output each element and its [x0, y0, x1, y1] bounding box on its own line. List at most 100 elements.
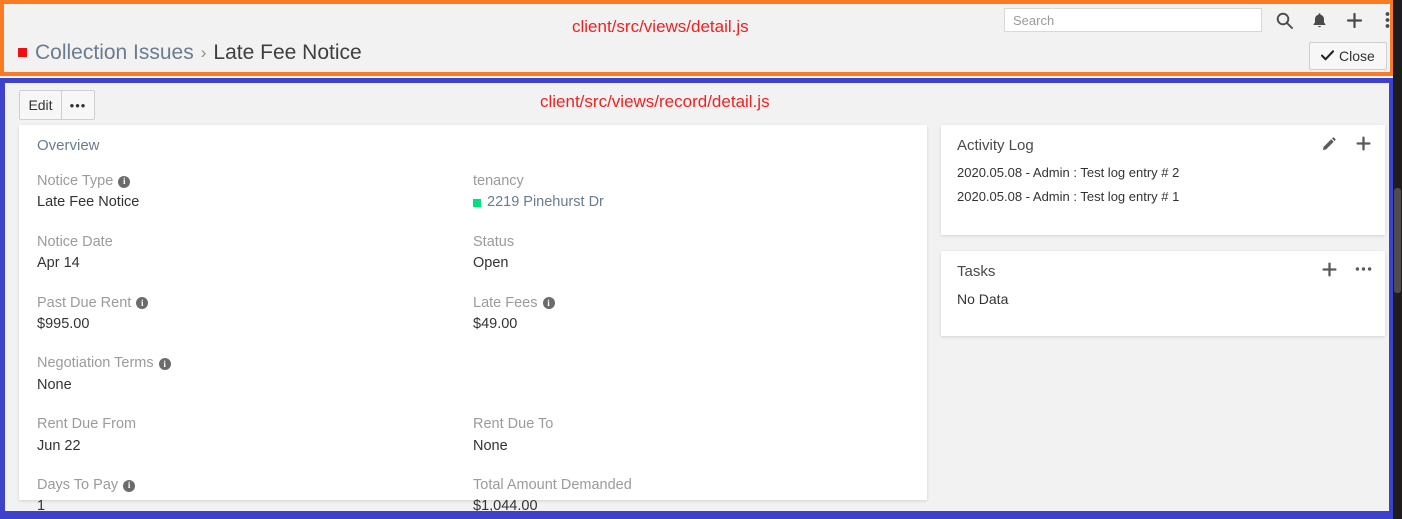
check-icon [1320, 48, 1335, 64]
tasks-empty-text: No Data [957, 291, 1009, 307]
field-label-text: Rent Due From [37, 416, 137, 433]
field-status: Status Open [473, 234, 909, 273]
field-label: Negotiation Terms i [37, 355, 473, 372]
field-value: 2219 Pinehurst Dr [473, 194, 909, 211]
field-label-text: Rent Due To [473, 416, 554, 433]
tenancy-link[interactable]: 2219 Pinehurst Dr [487, 194, 604, 211]
field-cell-empty [473, 355, 909, 416]
field-label: Notice Date [37, 234, 473, 251]
field-label-text: Negotiation Terms [37, 355, 154, 372]
info-icon[interactable]: i [158, 358, 171, 371]
breadcrumb-parent-link[interactable]: Collection Issues [35, 42, 194, 63]
info-icon[interactable]: i [118, 175, 131, 188]
list-item: 2020.05.08 - Admin : Test log entry # 2 [957, 165, 1180, 180]
field-label-text: tenancy [473, 173, 524, 189]
overview-heading: Overview [37, 137, 100, 154]
field-label-text: Past Due Rent [37, 294, 132, 311]
search-input[interactable] [1013, 12, 1253, 28]
field-value: Open [473, 255, 509, 272]
bell-icon[interactable] [1307, 8, 1331, 32]
annotation-navbar-source: client/src/views/detail.js [572, 17, 749, 36]
panel-actions [1320, 260, 1372, 278]
field-label-text: Status [473, 233, 515, 250]
info-icon[interactable]: i [123, 479, 136, 492]
panel-header: Tasks [941, 251, 1385, 291]
field-label-text: Days To Pay [37, 476, 119, 493]
field-row: Negotiation Terms i None [37, 355, 909, 416]
search-icon[interactable] [1272, 8, 1296, 32]
field-label: Late Fees i [473, 295, 909, 312]
record-detail: Edit ••• Overview Notice Type i Late Fee… [5, 83, 1389, 511]
field-late-fees: Late Fees i $49.00 [473, 295, 909, 334]
plus-icon[interactable] [1320, 260, 1338, 278]
field-value: $995.00 [37, 315, 90, 332]
field-value: None [37, 376, 72, 393]
field-cell: Notice Type i Late Fee Notice [37, 173, 473, 234]
record-button-group: Edit ••• [19, 90, 95, 120]
field-label: Status [473, 234, 909, 251]
field-label-text: Notice Type [37, 173, 114, 189]
field-row: Days To Pay i 1 Total Amount Demanded $1… [37, 477, 909, 511]
field-label-text: Notice Date [37, 233, 113, 250]
page-title: Late Fee Notice [213, 41, 362, 64]
field-days-to-pay: Days To Pay i 1 [37, 477, 473, 511]
breadcrumb-separator: › [200, 43, 207, 62]
edit-button[interactable]: Edit [19, 90, 62, 120]
app-window: Collection Issues › Late Fee Notice Clos… [0, 0, 1402, 519]
activity-log-panel: Activity Log 2020.05.08 - Admin: Test l… [941, 125, 1385, 235]
window-scrollbar-thumb[interactable] [1394, 188, 1401, 293]
field-value: Apr 14 [37, 255, 80, 272]
field-label: Past Due Rent i [37, 295, 473, 312]
panel-actions [1320, 134, 1372, 152]
field-negotiation-terms: Negotiation Terms i None [37, 355, 473, 394]
annotation-record-source: client/src/views/record/detail.js [540, 92, 770, 111]
overview-panel: Overview Notice Type i Late Fee Notice t… [19, 125, 927, 511]
pencil-icon[interactable] [1320, 134, 1338, 152]
tasks-panel: Tasks No Data [941, 251, 1385, 336]
field-cell: Rent Due From Jun 22 [37, 416, 473, 477]
field-cell: Rent Due To None [473, 416, 909, 477]
field-label: Days To Pay i [37, 477, 473, 494]
info-icon[interactable]: i [542, 297, 555, 310]
info-icon[interactable]: i [136, 297, 149, 310]
search-box[interactable] [1004, 8, 1262, 32]
plus-icon[interactable] [1342, 8, 1366, 32]
field-tenancy: tenancy 2219 Pinehurst Dr [473, 173, 909, 212]
field-rent-due-from: Rent Due From Jun 22 [37, 416, 473, 455]
field-label-text: Total Amount Demanded [473, 476, 632, 493]
field-notice-date: Notice Date Apr 14 [37, 234, 473, 273]
record-detail-region: Edit ••• Overview Notice Type i Late Fee… [0, 78, 1394, 519]
plus-icon[interactable] [1354, 134, 1372, 152]
field-cell: Negotiation Terms i None [37, 355, 473, 416]
field-total-amount-demanded: Total Amount Demanded $1,044.00 [473, 477, 909, 511]
field-cell: Late Fees i $49.00 [473, 295, 909, 356]
close-button-label: Close [1339, 48, 1375, 64]
window-scrollbar-track[interactable] [1393, 0, 1402, 519]
field-row: Notice Date Apr 14 Status Open [37, 234, 909, 295]
close-button[interactable]: Close [1309, 42, 1387, 70]
field-row: Notice Type i Late Fee Notice tenancy 22… [37, 173, 909, 234]
breadcrumb: Collection Issues › Late Fee Notice [18, 42, 362, 63]
field-label: Rent Due To [473, 416, 909, 433]
field-label: Rent Due From [37, 416, 473, 433]
panel-header: Activity Log [941, 125, 1385, 165]
field-row: Past Due Rent i $995.00 Late Fees i $49.… [37, 295, 909, 356]
ellipsis-icon[interactable] [1354, 260, 1372, 278]
field-label-text: Late Fees [473, 294, 538, 311]
field-value: 1 [37, 498, 46, 511]
field-past-due-rent: Past Due Rent i $995.00 [37, 295, 473, 334]
field-label: tenancy [473, 173, 909, 190]
field-notice-type: Notice Type i Late Fee Notice [37, 173, 473, 212]
more-actions-button[interactable]: ••• [61, 90, 95, 120]
field-value: Late Fee Notice [37, 194, 140, 211]
navbar-region: Collection Issues › Late Fee Notice Clos… [0, 0, 1394, 76]
navbar: Collection Issues › Late Fee Notice Clos… [4, 4, 1390, 72]
list-item: 2020.05.08 - Admin : Test log entry # 1 [957, 189, 1180, 204]
tasks-title: Tasks [957, 262, 996, 280]
field-label [473, 355, 909, 372]
status-square-icon [473, 199, 481, 208]
activity-log-title: Activity Log [957, 136, 1034, 154]
field-value: Jun 22 [37, 437, 81, 454]
field-value: $1,044.00 [473, 498, 538, 511]
field-cell: Total Amount Demanded $1,044.00 [473, 477, 909, 511]
